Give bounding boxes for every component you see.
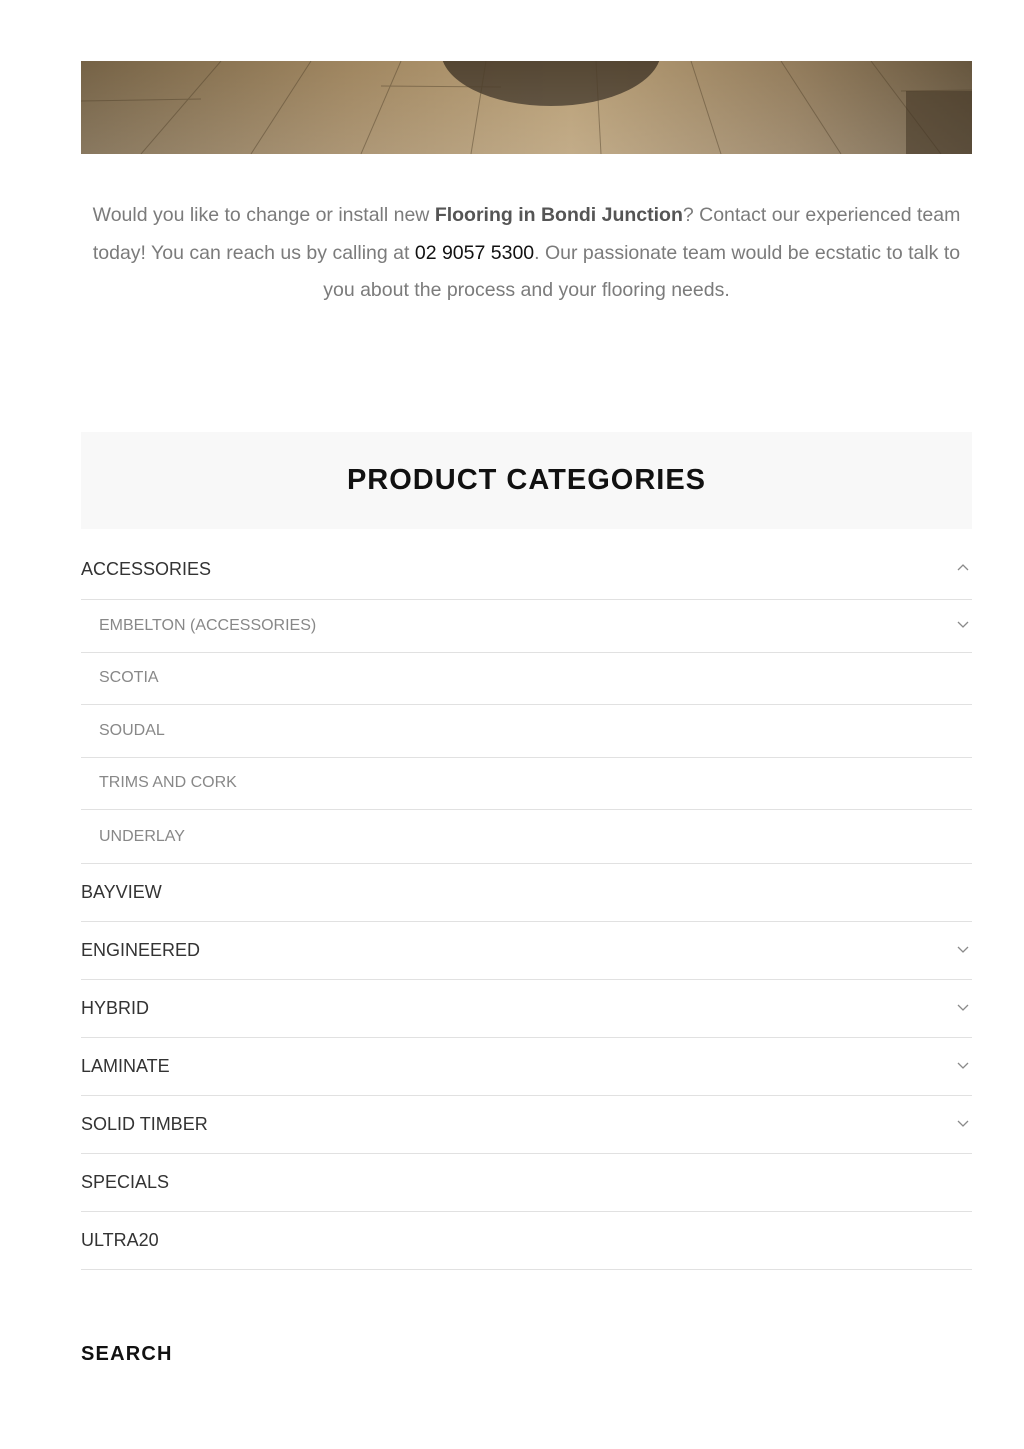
subcategory-label: UNDERLAY [99, 827, 185, 845]
category-item-engineered[interactable]: ENGINEERED [81, 922, 972, 980]
category-item-hybrid[interactable]: HYBRID [81, 980, 972, 1038]
category-item-laminate[interactable]: LAMINATE [81, 1038, 972, 1096]
category-item-solid-timber[interactable]: SOLID TIMBER [81, 1096, 972, 1154]
subcategory-label: TRIMS AND CORK [99, 774, 237, 792]
chevron-down-icon[interactable] [956, 1000, 970, 1014]
category-label: SOLID TIMBER [81, 1114, 208, 1134]
subcategory-item-soudal[interactable]: SOUDAL [81, 705, 972, 758]
category-label: LAMINATE [81, 1056, 170, 1076]
category-item-bayview[interactable]: BAYVIEW [81, 864, 972, 922]
subcategory-label: SOUDAL [99, 721, 165, 739]
category-label: ENGINEERED [81, 940, 201, 960]
wood-floor-graphic [81, 61, 972, 154]
chevron-down-icon[interactable] [956, 617, 970, 631]
subcategory-item-trims-and-cork[interactable]: TRIMS AND CORK [81, 758, 972, 810]
category-label: BAYVIEW [81, 882, 162, 902]
intro-location-highlight: Flooring in Bondi Junction [434, 204, 683, 226]
chevron-down-icon[interactable] [956, 1058, 970, 1072]
intro-paragraph: Would you like to change or install new … [81, 197, 972, 310]
category-item-accessories[interactable]: ACCESSORIES [81, 540, 972, 600]
category-label: HYBRID [81, 998, 150, 1018]
subcategory-item-embelton-accessories[interactable]: EMBELTON (ACCESSORIES) [81, 600, 972, 653]
category-item-ultra20[interactable]: ULTRA20 [81, 1212, 972, 1270]
subcategory-item-underlay[interactable]: UNDERLAY [81, 810, 972, 864]
category-label: ACCESSORIES [81, 559, 212, 579]
hero-floor-image [81, 61, 972, 154]
chevron-down-icon[interactable] [956, 942, 970, 956]
product-categories-header: PRODUCT CATEGORIES [81, 432, 972, 529]
subcategory-item-scotia[interactable]: SCOTIA [81, 653, 972, 705]
product-categories-list: ACCESSORIES EMBELTON (ACCESSORIES) SCOTIA S… [81, 540, 972, 1270]
product-categories-title: PRODUCT CATEGORIES [346, 464, 707, 496]
chevron-down-icon[interactable] [956, 1116, 970, 1130]
intro-text-before: Would you like to change or install new [92, 204, 435, 226]
phone-link[interactable]: 02 9057 5300 [415, 242, 534, 264]
chevron-up-icon[interactable] [956, 561, 970, 575]
search-widget-title: SEARCH [81, 1343, 173, 1365]
subcategory-label: SCOTIA [99, 669, 159, 687]
category-label: ULTRA20 [81, 1230, 159, 1250]
subcategory-label: EMBELTON (ACCESSORIES) [99, 616, 317, 634]
category-item-specials[interactable]: SPECIALS [81, 1154, 972, 1212]
category-label: SPECIALS [81, 1172, 170, 1192]
